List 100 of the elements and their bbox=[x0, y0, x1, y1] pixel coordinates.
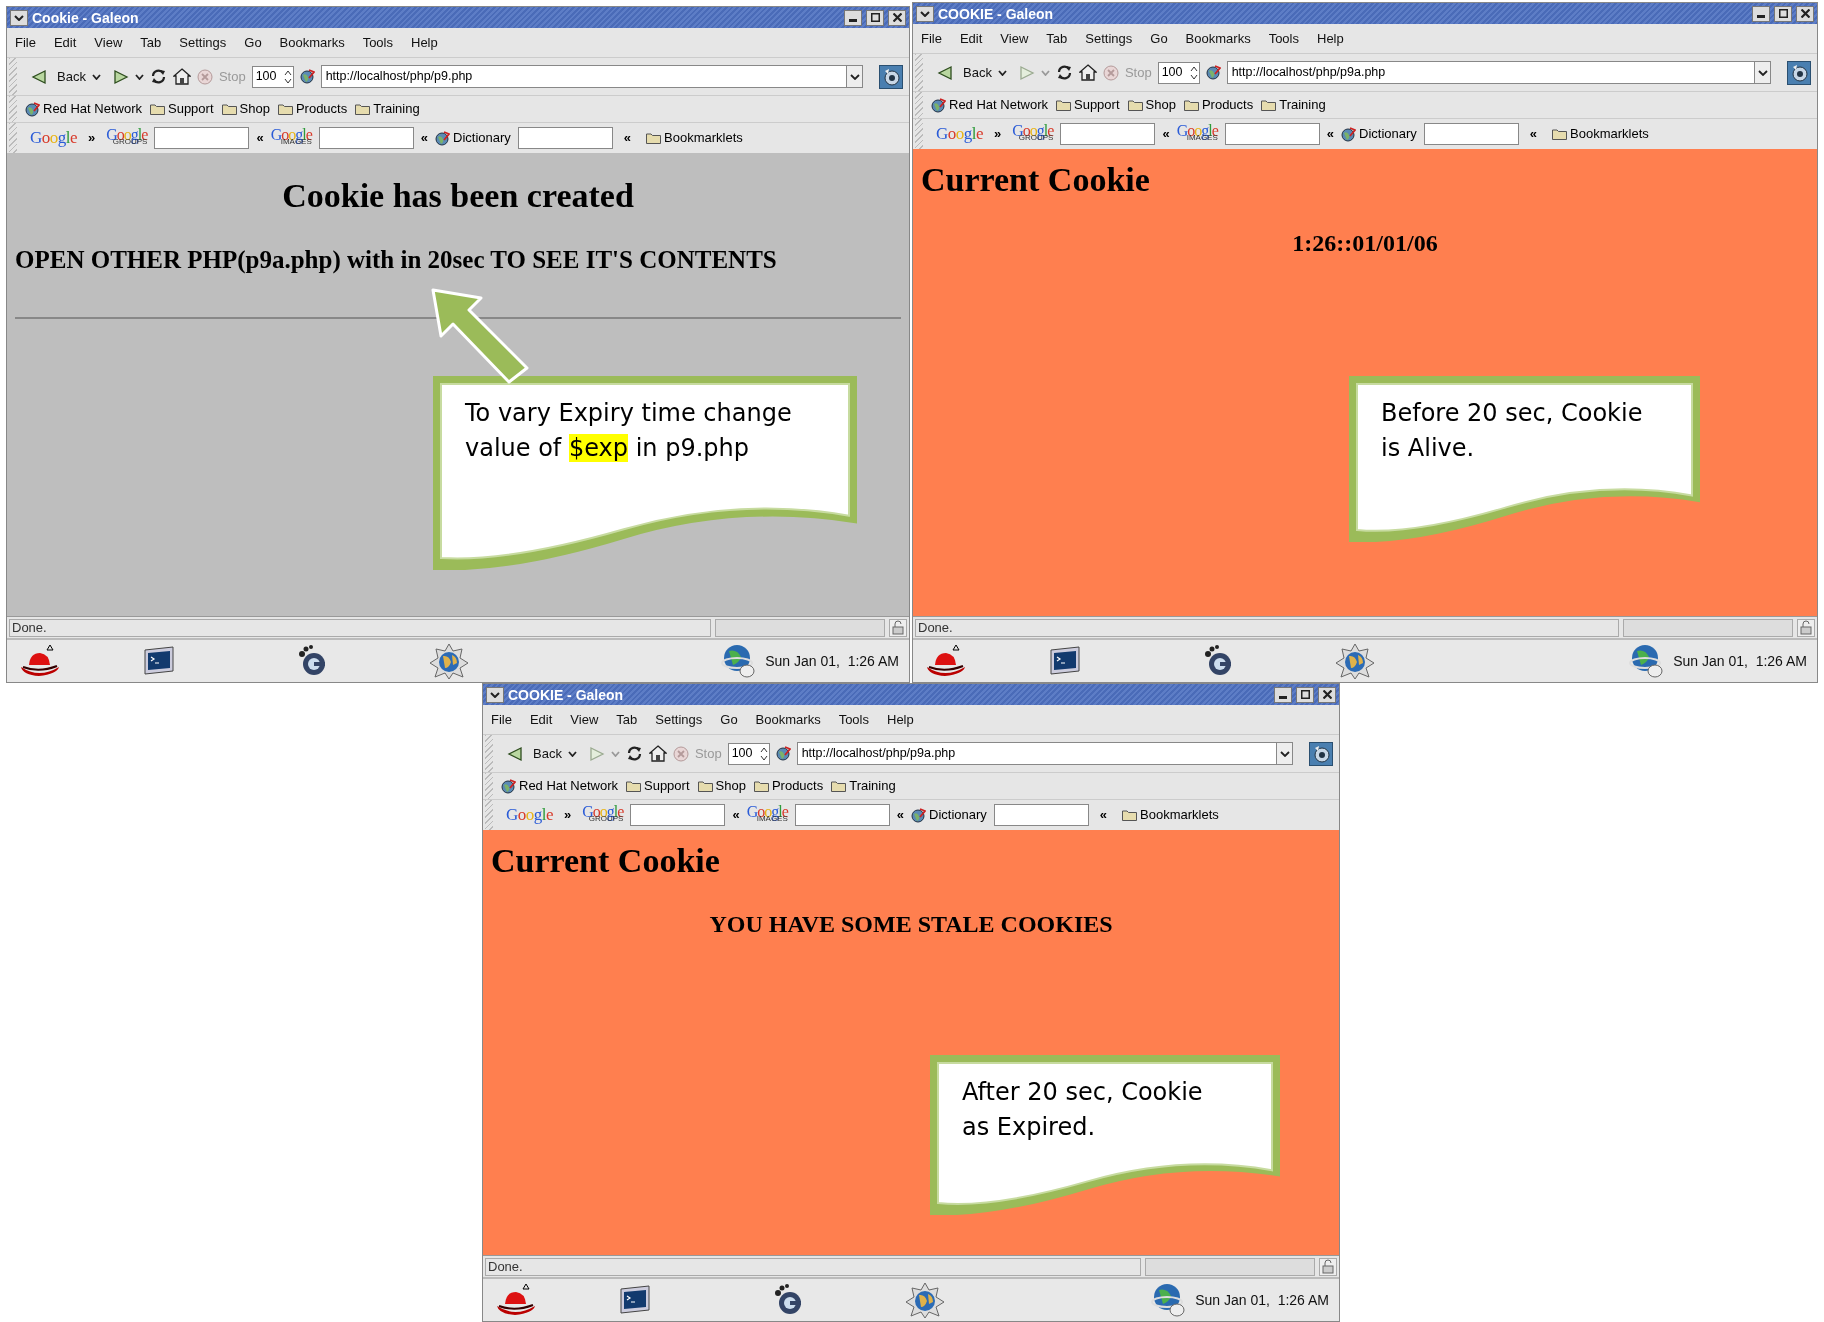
toolbar-grip[interactable] bbox=[485, 735, 493, 772]
menu-item[interactable]: Bookmarks bbox=[279, 32, 345, 53]
home-icon[interactable] bbox=[172, 68, 191, 85]
chevron-button[interactable]: « bbox=[732, 805, 740, 825]
address-field[interactable]: http://localhost/php/p9a.php bbox=[1226, 61, 1771, 84]
bookmark-link[interactable]: Bookmarklets bbox=[664, 128, 743, 148]
globe-gear-icon[interactable] bbox=[1335, 643, 1375, 679]
chevron-button[interactable]: « bbox=[256, 128, 264, 148]
folder-icon[interactable] bbox=[1127, 99, 1143, 111]
menu-item[interactable]: Bookmarks bbox=[1185, 28, 1251, 49]
minimize-button[interactable] bbox=[844, 9, 862, 26]
caret-icon[interactable] bbox=[91, 73, 101, 80]
globe-icon[interactable] bbox=[775, 746, 791, 761]
zoom-spin-field[interactable]: 100 bbox=[251, 65, 294, 88]
back-button[interactable]: Back bbox=[57, 66, 86, 87]
folder-icon[interactable] bbox=[1552, 128, 1568, 140]
toolbar-grip[interactable] bbox=[9, 96, 17, 122]
menu-item[interactable]: Tools bbox=[362, 32, 393, 53]
bookmark-link[interactable]: Products bbox=[295, 99, 348, 119]
text-field[interactable] bbox=[1224, 123, 1320, 145]
terminal-icon[interactable] bbox=[617, 1283, 653, 1317]
folder-icon[interactable] bbox=[221, 103, 237, 115]
toolbar-grip[interactable] bbox=[9, 58, 17, 95]
globe-icon[interactable] bbox=[1341, 126, 1356, 142]
maximize-button[interactable] bbox=[1774, 5, 1792, 22]
terminal-icon[interactable] bbox=[1047, 644, 1083, 678]
close-button[interactable] bbox=[1796, 5, 1814, 22]
toolbar-grip[interactable] bbox=[485, 800, 493, 830]
toolbar-grip[interactable] bbox=[9, 123, 17, 153]
menu-item[interactable]: View bbox=[94, 32, 123, 53]
chevron-button[interactable]: « bbox=[420, 128, 428, 148]
menu-item[interactable]: Edit bbox=[529, 709, 553, 730]
caret-icon[interactable] bbox=[567, 750, 577, 757]
folder-icon[interactable] bbox=[1056, 99, 1071, 111]
menu-item[interactable]: Go bbox=[244, 32, 262, 53]
text-field[interactable] bbox=[318, 127, 414, 149]
google-logo[interactable]: Google bbox=[936, 121, 984, 147]
menu-item[interactable]: View bbox=[570, 709, 599, 730]
reload-icon[interactable] bbox=[625, 745, 643, 762]
bookmark-link[interactable]: Products bbox=[771, 776, 824, 796]
window-menu-button[interactable] bbox=[10, 9, 28, 26]
menu-item[interactable]: File bbox=[15, 32, 36, 53]
dictionary-link[interactable]: Dictionary bbox=[453, 128, 511, 148]
menu-item[interactable]: Tab bbox=[616, 709, 638, 730]
text-field[interactable] bbox=[993, 804, 1089, 826]
menu-item[interactable]: Settings bbox=[1085, 28, 1133, 49]
window-menu-button[interactable] bbox=[916, 5, 934, 22]
bookmark-link[interactable]: Support bbox=[1074, 95, 1120, 115]
menu-item[interactable]: Settings bbox=[655, 709, 703, 730]
globe-icon[interactable] bbox=[435, 130, 450, 146]
dictionary-link[interactable]: Dictionary bbox=[929, 805, 987, 825]
bookmark-link[interactable]: Bookmarklets bbox=[1140, 805, 1219, 825]
menu-item[interactable]: Tools bbox=[1268, 28, 1299, 49]
minimize-button[interactable] bbox=[1274, 686, 1292, 703]
chevron-button[interactable]: « bbox=[1099, 805, 1108, 825]
bookmark-link[interactable]: Products bbox=[1201, 95, 1254, 115]
caret-icon[interactable] bbox=[849, 73, 860, 80]
folder-icon[interactable] bbox=[355, 103, 371, 115]
back-button[interactable]: Back bbox=[963, 62, 992, 83]
forward-arrow-icon[interactable] bbox=[112, 68, 129, 85]
globe-icon[interactable] bbox=[931, 97, 946, 113]
text-field[interactable] bbox=[1060, 123, 1156, 145]
folder-icon[interactable] bbox=[1183, 99, 1199, 111]
bookmark-link[interactable]: Red Hat Network bbox=[519, 776, 618, 796]
menu-item[interactable]: Go bbox=[1150, 28, 1168, 49]
back-arrow-icon[interactable] bbox=[937, 64, 953, 81]
text-field[interactable] bbox=[1423, 123, 1519, 145]
globe-icon[interactable] bbox=[1205, 65, 1221, 80]
bookmark-link[interactable]: Red Hat Network bbox=[949, 95, 1048, 115]
globe-icon[interactable] bbox=[501, 778, 516, 794]
back-button[interactable]: Back bbox=[533, 743, 562, 764]
globe-icon[interactable] bbox=[299, 69, 315, 84]
reload-icon[interactable] bbox=[1055, 64, 1073, 81]
folder-icon[interactable] bbox=[626, 780, 641, 792]
home-icon[interactable] bbox=[648, 745, 667, 762]
toolbar-grip[interactable] bbox=[485, 773, 493, 799]
folder-icon[interactable] bbox=[646, 132, 662, 144]
caret-icon[interactable] bbox=[1279, 750, 1290, 757]
globe-icon[interactable] bbox=[25, 101, 40, 117]
menu-item[interactable]: Bookmarks bbox=[755, 709, 821, 730]
reload-icon[interactable] bbox=[149, 68, 167, 85]
menu-item[interactable]: File bbox=[491, 709, 512, 730]
google-logo[interactable]: Google bbox=[506, 802, 554, 828]
close-button[interactable] bbox=[888, 9, 906, 26]
caret-icon[interactable] bbox=[1757, 69, 1768, 76]
chevron-button[interactable]: » bbox=[88, 128, 96, 148]
globe-gear-icon[interactable] bbox=[879, 64, 903, 89]
address-field[interactable]: http://localhost/php/p9.php bbox=[320, 65, 863, 88]
bookmark-link[interactable]: Training bbox=[1279, 95, 1326, 115]
bookmark-link[interactable]: Training bbox=[849, 776, 896, 796]
menu-item[interactable]: Help bbox=[1317, 28, 1344, 49]
globe-gear-icon[interactable] bbox=[905, 1282, 945, 1318]
globe-icon[interactable] bbox=[911, 807, 926, 823]
terminal-icon[interactable] bbox=[141, 644, 177, 678]
menu-item[interactable]: Settings bbox=[179, 32, 227, 53]
bookmark-link[interactable]: Support bbox=[168, 99, 214, 119]
maximize-button[interactable] bbox=[1296, 686, 1314, 703]
folder-icon[interactable] bbox=[150, 103, 165, 115]
toolbar-grip[interactable] bbox=[915, 54, 923, 91]
address-field[interactable]: http://localhost/php/p9a.php bbox=[796, 742, 1293, 765]
